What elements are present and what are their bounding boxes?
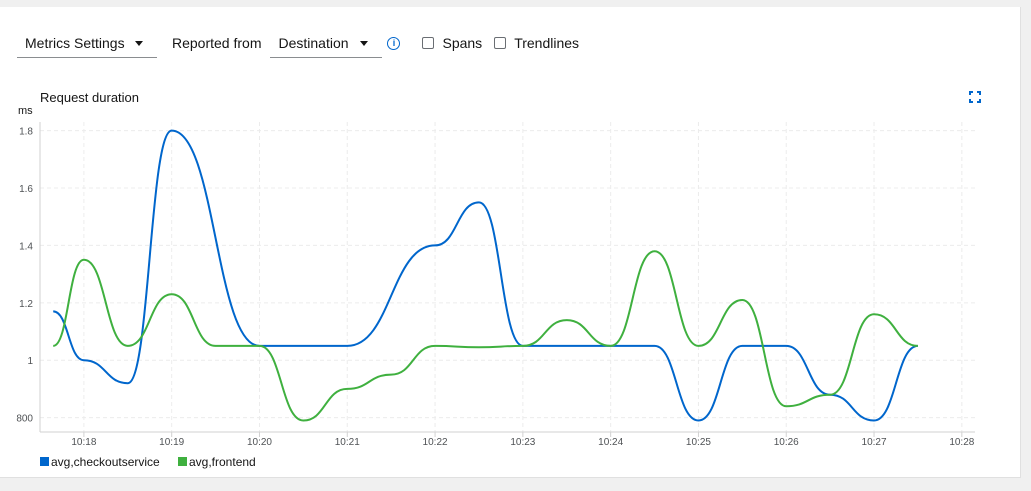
x-tick-label: 10:25 — [686, 437, 711, 448]
x-tick-label: 10:18 — [71, 437, 96, 448]
legend-swatch-avg-checkoutservice — [40, 457, 49, 466]
x-tick-label: 10:24 — [598, 437, 623, 448]
series-line-avg-checkoutservice — [52, 129, 919, 422]
series-line-avg-frontend — [52, 250, 918, 422]
x-tick-label: 10:28 — [949, 437, 974, 448]
chart-grid — [40, 122, 975, 432]
x-tick-label: 10:21 — [335, 437, 360, 448]
chart-series — [52, 129, 919, 422]
y-tick-label: 1.6 — [19, 184, 33, 195]
y-tick-label: 1.4 — [19, 241, 33, 252]
x-tick-label: 10:23 — [510, 437, 535, 448]
x-tick-label: 10:22 — [423, 437, 448, 448]
legend-label-avg-frontend: avg,frontend — [189, 455, 256, 469]
request-duration-chart: 800 1 1.2 1.4 1.6 1.8 ms 10:18 10:19 10:20 10:21 10… — [16, 105, 975, 469]
x-tick-label: 10:19 — [159, 437, 184, 448]
x-tick-label: 10:26 — [774, 437, 799, 448]
y-tick-label: 1 — [27, 356, 33, 367]
x-tick-label: 10:27 — [862, 437, 887, 448]
y-tick-label: 800 — [16, 414, 33, 425]
y-tick-label: 1.2 — [19, 299, 33, 310]
chart-legend: avg,checkoutservice avg,frontend — [40, 455, 256, 469]
y-tick-label: 1.8 — [19, 127, 33, 138]
legend-swatch-avg-frontend — [178, 457, 187, 466]
legend-label-avg-checkoutservice: avg,checkoutservice — [51, 455, 160, 469]
y-axis-unit: ms — [18, 105, 33, 117]
x-tick-label: 10:20 — [247, 437, 272, 448]
